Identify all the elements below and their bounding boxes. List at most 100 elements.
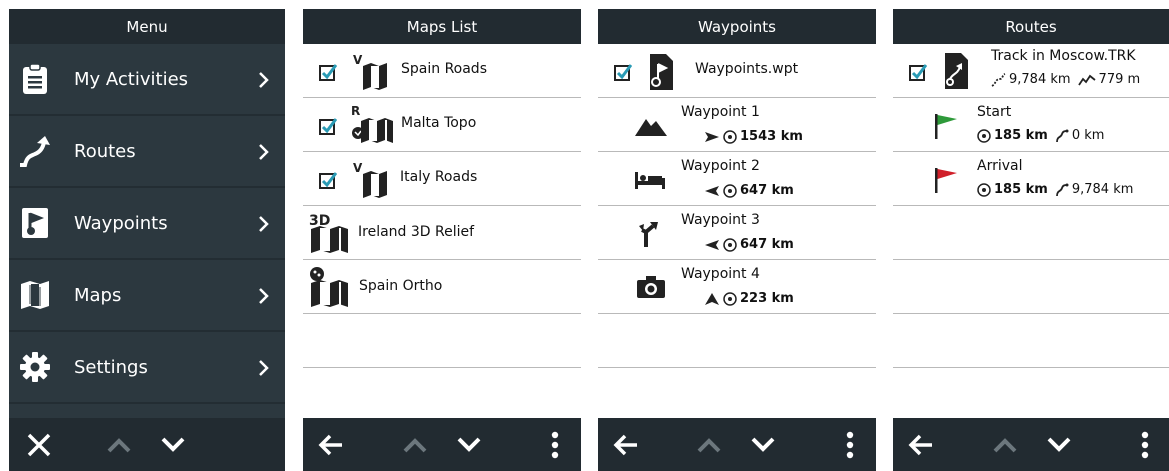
chevron-up-icon: [107, 437, 131, 452]
waypoint-distance-value: 1543 km: [740, 129, 803, 144]
track-row[interactable]: Track in Moscow.TRK 9,784 km 779 m: [893, 44, 1169, 98]
scroll-up-button[interactable]: [691, 418, 727, 471]
more-vertical-icon: [846, 431, 854, 458]
chevron-up-icon: [993, 437, 1017, 452]
back-button[interactable]: [311, 418, 351, 471]
clipboard-icon: [17, 61, 53, 97]
track-name: Track in Moscow.TRK: [991, 48, 1136, 64]
distance-icon: [723, 183, 737, 198]
route-point-stats: 185 km 9,784 km: [977, 182, 1133, 197]
arrival-flag-icon: [935, 168, 957, 193]
map-icon: [17, 277, 53, 313]
checkbox-checked-icon[interactable]: [319, 171, 337, 189]
menu-item-waypoints[interactable]: Waypoints: [9, 188, 285, 260]
waypoint-distance-value: 223 km: [740, 291, 794, 306]
distance-icon: [723, 291, 737, 306]
map-row-malta-topo[interactable]: R Malta Topo: [303, 98, 581, 152]
maps-list-title: Maps List: [303, 9, 581, 44]
checkbox-checked-icon[interactable]: [319, 117, 337, 135]
direction-arrow-icon: [705, 131, 719, 142]
more-options-button[interactable]: [838, 418, 862, 471]
map-row-italy-roads[interactable]: V Italy Roads: [303, 152, 581, 206]
gear-icon: [17, 349, 53, 385]
close-icon: [27, 433, 51, 456]
route-point-distance: 185 km: [994, 128, 1048, 143]
route-point-arrival[interactable]: Arrival 185 km 9,784 km: [893, 152, 1169, 206]
distance-icon: [723, 129, 737, 144]
route-point-stats: 185 km 0 km: [977, 128, 1104, 143]
chevron-down-icon: [751, 437, 775, 452]
waypoints-screen: Waypoints Waypoints.wpt Waypoint 1 1543 …: [598, 9, 876, 471]
scroll-up-button[interactable]: [397, 418, 433, 471]
waypoint-name: Waypoint 4: [681, 266, 760, 282]
distance-icon: [977, 182, 991, 197]
scroll-up-button[interactable]: [101, 418, 137, 471]
track-length-icon: [991, 72, 1006, 87]
scroll-down-button[interactable]: [155, 418, 191, 471]
chevron-right-icon: [259, 288, 269, 304]
waypoint-distance: 647 km: [704, 237, 794, 252]
route-distance-icon: [1055, 183, 1069, 196]
waypoint-row[interactable]: Waypoint 4 223 km: [598, 260, 876, 314]
menu-item-label: Routes: [74, 140, 136, 162]
map-row-ireland-3d[interactable]: 3D Ireland 3D Relief: [303, 206, 581, 260]
vector-map-icon: V: [353, 53, 387, 90]
checkbox-checked-icon[interactable]: [614, 63, 632, 81]
waypoint-row[interactable]: Waypoint 2 647 km: [598, 152, 876, 206]
waypoint-file-name: Waypoints.wpt: [695, 61, 799, 77]
route-point-distance: 185 km: [994, 182, 1048, 197]
waypoints-title: Waypoints: [598, 9, 876, 44]
menu-item-my-activities[interactable]: My Activities: [9, 44, 285, 116]
empty-row: [893, 206, 1169, 260]
map-name: Spain Roads: [401, 61, 487, 77]
map-row-spain-ortho[interactable]: Spain Ortho: [303, 260, 581, 314]
bottom-toolbar: [893, 418, 1169, 471]
menu-item-label: Waypoints: [74, 212, 168, 234]
close-button[interactable]: [19, 418, 59, 471]
chevron-right-icon: [259, 360, 269, 376]
menu-item-label: Maps: [74, 284, 122, 306]
vector-map-icon: V: [353, 161, 387, 198]
menu-item-settings[interactable]: Settings: [9, 332, 285, 404]
map-name: Malta Topo: [401, 115, 477, 131]
scroll-up-button[interactable]: [987, 418, 1023, 471]
elevation-icon: [1077, 74, 1096, 85]
waypoint-file-row[interactable]: Waypoints.wpt: [598, 44, 876, 98]
start-flag-icon: [935, 114, 957, 139]
chevron-down-icon: [1047, 437, 1071, 452]
more-options-button[interactable]: [1133, 418, 1157, 471]
route-point-start[interactable]: Start 185 km 0 km: [893, 98, 1169, 152]
svg-text:V: V: [353, 161, 363, 175]
back-button[interactable]: [901, 418, 941, 471]
menu-item-routes[interactable]: Routes: [9, 116, 285, 188]
scroll-down-button[interactable]: [451, 418, 487, 471]
track-elevation: 779 m: [1098, 72, 1141, 87]
waypoint-distance: 223 km: [704, 291, 794, 306]
checkbox-checked-icon[interactable]: [909, 63, 927, 81]
back-button[interactable]: [606, 418, 646, 471]
direction-arrow-icon: [705, 292, 719, 305]
menu-item-maps[interactable]: Maps: [9, 260, 285, 332]
chevron-up-icon: [697, 437, 721, 452]
chevron-right-icon: [259, 216, 269, 232]
waypoint-row[interactable]: Waypoint 1 1543 km: [598, 98, 876, 152]
bottom-toolbar: [9, 418, 285, 471]
maps-list-screen: Maps List V Spain Roads R Malta Topo V I…: [303, 9, 581, 471]
waypoint-file-icon: [650, 54, 673, 90]
route-point-name: Arrival: [977, 158, 1023, 174]
chevron-right-icon: [259, 72, 269, 88]
waypoint-row[interactable]: Waypoint 3 647 km: [598, 206, 876, 260]
more-vertical-icon: [1141, 431, 1149, 458]
scroll-down-button[interactable]: [1041, 418, 1077, 471]
mountain-icon: [635, 119, 667, 136]
camera-icon: [637, 276, 665, 298]
route-point-route-distance: 0 km: [1071, 128, 1105, 143]
scroll-down-button[interactable]: [745, 418, 781, 471]
more-options-button[interactable]: [543, 418, 567, 471]
map-row-spain-roads[interactable]: V Spain Roads: [303, 44, 581, 98]
routes-title: Routes: [893, 9, 1169, 44]
checkbox-checked-icon[interactable]: [319, 63, 337, 81]
menu-item-label: My Activities: [74, 68, 189, 90]
direction-arrow-icon: [705, 185, 719, 196]
more-vertical-icon: [551, 431, 559, 458]
